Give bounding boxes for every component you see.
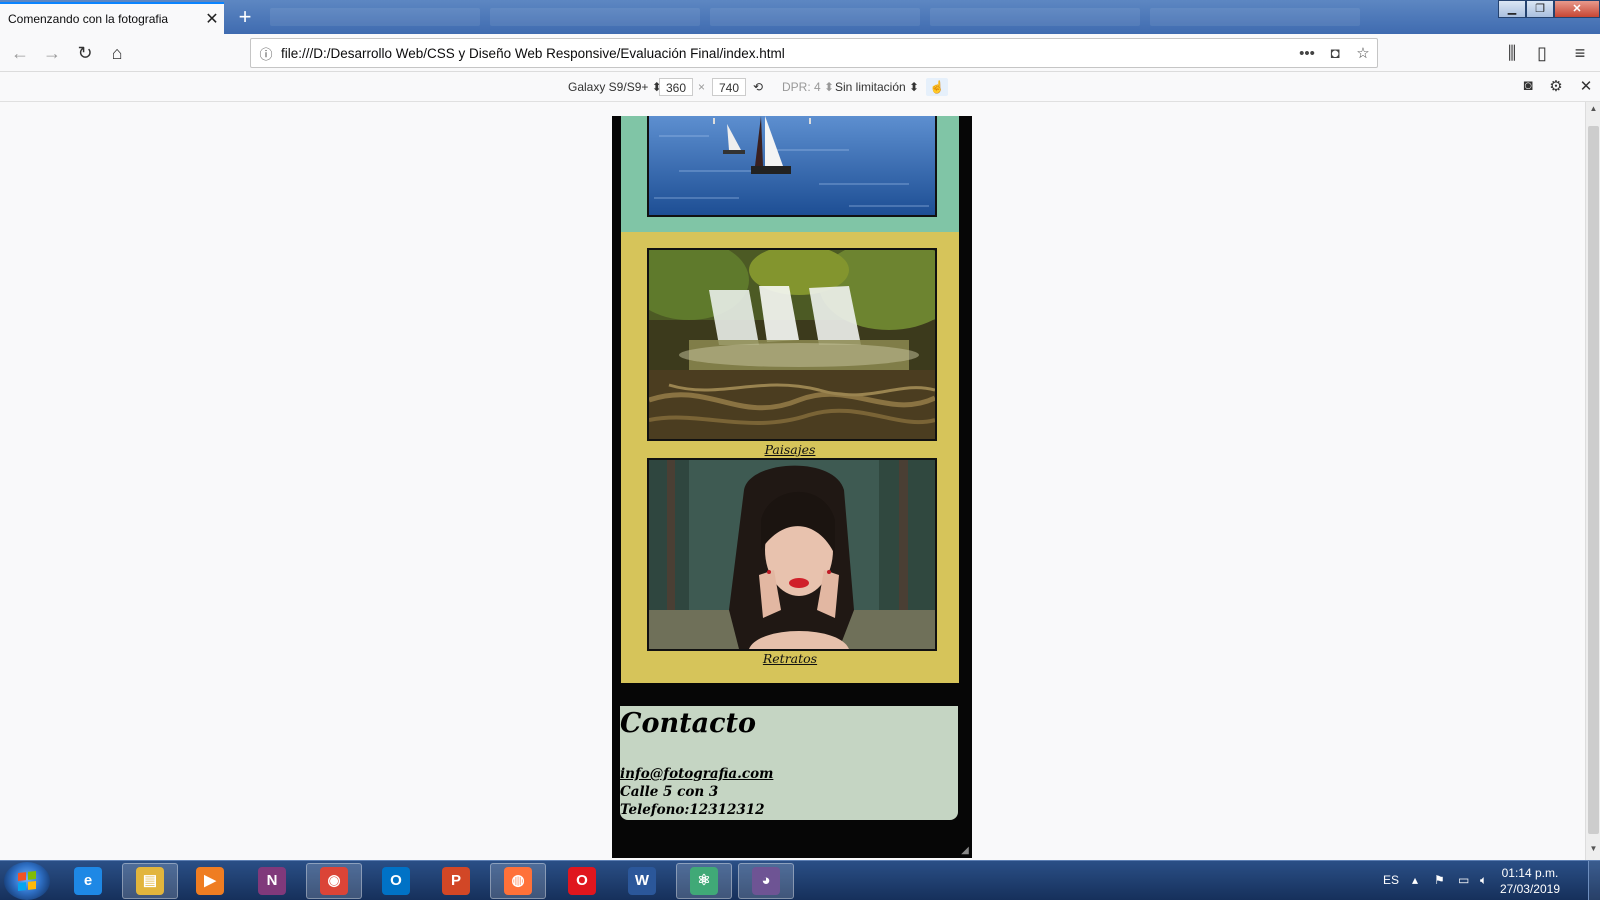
contact-heading: Contacto [620,708,757,739]
start-button[interactable] [4,862,50,900]
maximize-button[interactable]: ❐ [1526,0,1554,18]
taskbar-app-outlook[interactable]: O [368,863,424,899]
background-window-tab [930,8,1140,26]
github-desktop-icon: ◕ [752,867,780,895]
forward-arrow-icon[interactable]: → [40,41,64,65]
pocket-icon[interactable]: ◘ [1321,45,1349,62]
background-window-tab [1150,8,1360,26]
vertical-scrollbar[interactable]: ▲ ▼ [1585,102,1600,860]
resize-handle-icon[interactable]: ◢ [959,845,971,857]
scrollbar-thumb[interactable] [1588,126,1599,834]
outlook-icon: O [382,867,410,895]
close-window-button[interactable]: ✕ [1554,0,1600,18]
clock-date: 27/03/2019 [1499,882,1560,896]
minimize-button[interactable]: ▁ [1498,0,1526,18]
caption-landscapes[interactable]: Paisajes [621,442,959,457]
contact-section: Contacto info@fotografia.com Calle 5 con… [620,706,958,820]
atom-icon: ⚛ [690,867,718,895]
bookmark-star-icon[interactable]: ☆ [1349,44,1377,62]
settings-gear-icon[interactable]: ⚙ [1546,77,1566,95]
powerpoint-icon: P [442,867,470,895]
show-hidden-icons-icon[interactable]: ▴ [1412,873,1418,900]
title-bar: Comenzando con la fotografia ✕ + ▁ ❐ ✕ [0,0,1600,34]
back-arrow-icon[interactable]: ← [8,41,32,65]
menu-icon[interactable]: ≡ [1568,41,1592,65]
contact-phone: Telefono:12312312 [620,802,765,818]
url-text[interactable]: file:///D:/Desarrollo Web/CSS y Diseño W… [281,46,1293,61]
throttling-selector[interactable]: Sin limitación ⬍ [835,78,919,96]
background-window-tab [490,8,700,26]
media-player-icon: ▶ [196,867,224,895]
taskbar-app-firefox[interactable]: ◍ [490,863,546,899]
dpr-selector[interactable]: DPR: 4 ⬍ [782,78,834,96]
opera-icon: O [568,867,596,895]
device-frame[interactable]: Paisajes Retratos Contacto info@fotograf… [612,116,972,858]
taskbar-app-onenote[interactable]: N [244,863,300,899]
taskbar-app-internet-explorer[interactable]: e [60,863,116,899]
firefox-icon: ◍ [504,867,532,895]
internet-explorer-icon: e [74,867,102,895]
viewport-height-input[interactable]: 740 [712,78,746,96]
taskbar-app-atom[interactable]: ⚛ [676,863,732,899]
device-selector[interactable]: Galaxy S9/S9+ ⬍ [568,78,662,96]
volume-icon[interactable]: 🔈︎ [1480,873,1487,900]
dimension-separator: × [698,80,706,94]
background-window-tab [270,8,480,26]
home-icon[interactable]: ⌂ [105,41,129,65]
network-icon[interactable]: ▭ [1458,873,1469,900]
touch-simulation-icon[interactable]: ☝ [926,78,948,96]
contact-address: Calle 5 con 3 [620,784,719,800]
sidebar-icon[interactable]: ▯ [1530,41,1554,65]
taskbar-app-word[interactable]: W [614,863,670,899]
language-indicator[interactable]: ES [1383,873,1399,900]
rotate-icon[interactable]: ⟲ [753,78,763,96]
background-window-tab [710,8,920,26]
page-actions-icon[interactable]: ••• [1293,45,1321,62]
waterfall-photo[interactable] [647,248,937,441]
window-controls: ▁ ❐ ✕ [1498,0,1600,18]
tab-close-icon[interactable]: ✕ [200,9,224,29]
scroll-down-icon[interactable]: ▼ [1586,844,1600,858]
close-rdm-icon[interactable]: ✕ [1576,77,1596,95]
viewport-width-input[interactable]: 360 [659,78,693,96]
taskbar-app-github-desktop[interactable]: ◕ [738,863,794,899]
system-clock[interactable]: 01:14 p.m. 27/03/2019 [1500,865,1560,897]
navigation-bar: ← → ↻ ⌂ ⓘ file:///D:/Desarrollo Web/CSS … [0,34,1600,72]
tab-title: Comenzando con la fotografia [8,12,169,26]
contact-email[interactable]: info@fotografia.com [620,766,773,782]
gallery-section-top [621,116,959,232]
address-bar[interactable]: ⓘ file:///D:/Desarrollo Web/CSS y Diseño… [250,38,1378,68]
file-explorer-icon: ▤ [136,867,164,895]
page-viewport: Paisajes Retratos Contacto info@fotograf… [0,102,1585,860]
clock-time: 01:14 p.m. [1501,866,1559,880]
site-info-icon[interactable]: ⓘ [251,44,281,63]
gallery-section-main: Paisajes Retratos [621,232,959,683]
library-icon[interactable]: ⫼ [1500,41,1524,65]
responsive-design-toolbar: Galaxy S9/S9+ ⬍ 360 × 740 ⟲ DPR: 4 ⬍ Sin… [0,72,1600,102]
tab-active[interactable]: Comenzando con la fotografia ✕ [0,2,224,34]
taskbar-app-powerpoint[interactable]: P [428,863,484,899]
new-tab-button[interactable]: + [232,4,258,30]
show-desktop-button[interactable] [1588,861,1600,900]
sailboats-photo [647,116,937,217]
taskbar-app-opera[interactable]: O [554,863,610,899]
onenote-icon: N [258,867,286,895]
action-center-flag-icon[interactable]: ⚑ [1434,873,1445,900]
windows-logo-icon [18,871,36,891]
taskbar-app-file-explorer[interactable]: ▤ [122,863,178,899]
scroll-up-icon[interactable]: ▲ [1586,104,1600,118]
screenshot-icon[interactable]: ◙ [1518,77,1538,94]
chrome-icon: ◉ [320,867,348,895]
taskbar-app-chrome[interactable]: ◉ [306,863,362,899]
windows-taskbar: e ▤ ▶ N ◉ O P ◍ O W ⚛ ◕ ES ▴ ⚑ ▭ 🔈︎ 01:14 p.m. 27/0… [0,860,1600,900]
portrait-photo[interactable] [647,458,937,651]
taskbar-app-media-player[interactable]: ▶ [182,863,238,899]
word-icon: W [628,867,656,895]
reload-icon[interactable]: ↻ [73,41,97,65]
caption-portraits[interactable]: Retratos [621,651,959,666]
